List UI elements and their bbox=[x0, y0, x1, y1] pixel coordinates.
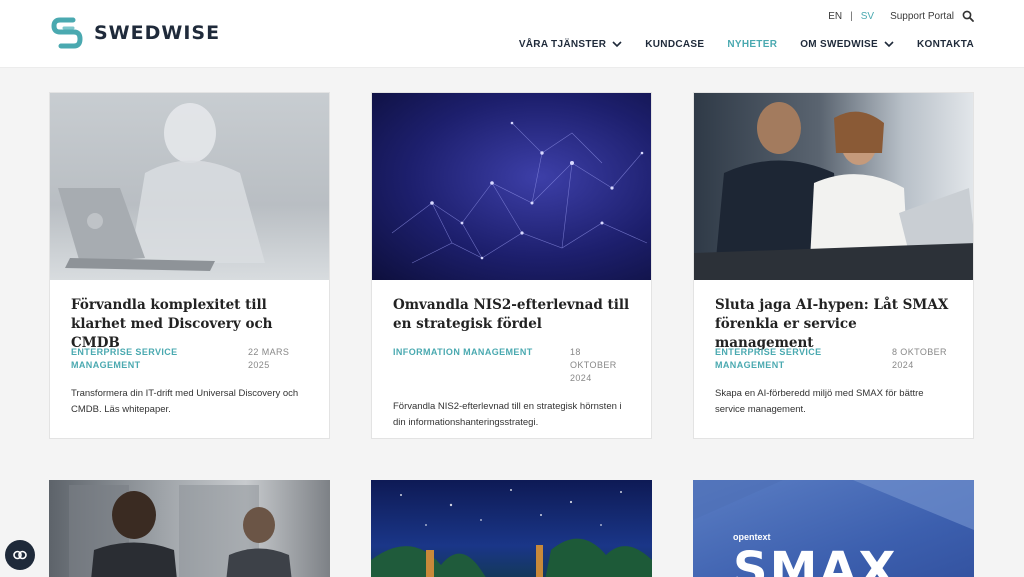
article-image[interactable] bbox=[694, 93, 973, 280]
smax-logo-text: SMAX bbox=[733, 542, 898, 577]
nav-label: OM SWEDWISE bbox=[800, 39, 878, 50]
article-image[interactable]: opentext SMAX bbox=[693, 480, 974, 577]
nav-label: KONTAKTA bbox=[916, 39, 974, 50]
article-card[interactable]: Förvandla komplexitet till klarhet med D… bbox=[49, 92, 330, 439]
swedwise-logo[interactable]: SWEDWISE bbox=[49, 15, 220, 51]
article-card[interactable]: Omvandla NIS2-efterlevnad till en strate… bbox=[371, 92, 652, 439]
chevron-down-icon bbox=[884, 41, 894, 48]
support-portal-link[interactable]: Support Portal bbox=[890, 11, 954, 22]
nav-item-services[interactable]: VÅRA TJÄNSTER bbox=[519, 39, 622, 50]
article-excerpt: Förvandla NIS2-efterlevnad till en strat… bbox=[393, 401, 622, 428]
article-title[interactable]: Sluta jaga AI-hypen: Låt SMAX förenkla e… bbox=[715, 296, 952, 351]
article-image[interactable] bbox=[372, 93, 651, 280]
site-header: SWEDWISE EN | SV Support Portal VÅRA TJÄ… bbox=[0, 0, 1024, 68]
nav-label: VÅRA TJÄNSTER bbox=[518, 39, 607, 50]
utility-bar: EN | SV Support Portal bbox=[826, 10, 974, 22]
article-date: 22 MARS 2025 bbox=[248, 347, 290, 370]
cookie-icon bbox=[13, 550, 27, 560]
article-date: 8 OKTOBER 2024 bbox=[892, 347, 947, 370]
article-category[interactable]: ENTERPRISE SERVICE MANAGEMENT bbox=[715, 346, 865, 372]
article-image[interactable] bbox=[371, 480, 652, 577]
lang-en-link[interactable]: EN bbox=[826, 11, 844, 22]
search-icon[interactable] bbox=[962, 10, 974, 22]
article-excerpt: Transformera din IT-drift med Universal … bbox=[71, 388, 299, 415]
nav-item-nyheter[interactable]: NYHETER bbox=[727, 39, 777, 50]
lang-sv-link[interactable]: SV bbox=[859, 11, 876, 22]
nav-item-kundcase[interactable]: KUNDCASE bbox=[645, 39, 704, 50]
article-title[interactable]: Förvandla komplexitet till klarhet med D… bbox=[71, 296, 308, 351]
nav-label: KUNDCASE bbox=[645, 39, 705, 50]
article-excerpt: Skapa en AI-förberedd miljö med SMAX för… bbox=[715, 388, 924, 415]
article-category[interactable]: INFORMATION MANAGEMENT bbox=[393, 346, 543, 385]
nav-item-om-swedwise[interactable]: OM SWEDWISE bbox=[800, 39, 894, 50]
smax-brand-label: opentext bbox=[733, 532, 771, 542]
nav-item-kontakta[interactable]: KONTAKTA bbox=[917, 39, 974, 50]
lang-separator: | bbox=[850, 10, 853, 22]
nav-label: NYHETER bbox=[727, 39, 778, 50]
article-card[interactable]: Sluta jaga AI-hypen: Låt SMAX förenkla e… bbox=[693, 92, 974, 439]
cookie-settings-button[interactable] bbox=[5, 540, 35, 570]
chevron-down-icon bbox=[612, 41, 622, 48]
article-category[interactable]: ENTERPRISE SERVICE MANAGEMENT bbox=[71, 346, 221, 372]
article-title[interactable]: Omvandla NIS2-efterlevnad till en strate… bbox=[393, 296, 630, 334]
brand-name: SWEDWISE bbox=[94, 22, 221, 44]
main-nav: VÅRA TJÄNSTER KUNDCASE NYHETER OM SWEDWI… bbox=[496, 39, 974, 50]
article-image[interactable] bbox=[50, 93, 329, 280]
article-image[interactable] bbox=[49, 480, 330, 577]
article-date: 18 OKTOBER 2024 bbox=[570, 347, 617, 383]
swedwise-logo-icon bbox=[51, 17, 83, 49]
